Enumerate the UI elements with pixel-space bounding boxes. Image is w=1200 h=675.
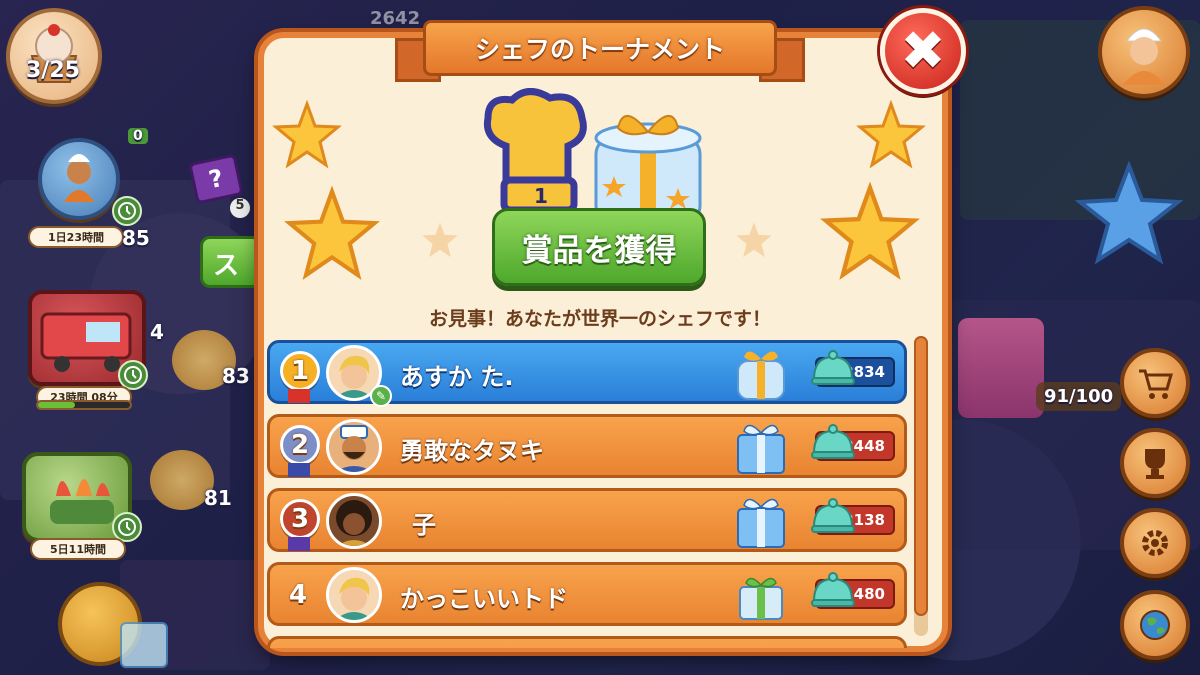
silver-medal-icon: 2 — [280, 425, 320, 465]
level-progress-button[interactable] — [6, 8, 102, 104]
cloche-icon — [811, 424, 855, 459]
faint-star-icon — [736, 222, 772, 258]
globe-icon — [1140, 610, 1170, 640]
partial-button-label: ス — [213, 251, 240, 281]
claim-prize-button[interactable]: 賞品を獲得 — [492, 208, 706, 286]
blue-gift-icon — [737, 498, 785, 548]
right-progress-text: 91/100 — [1036, 382, 1122, 411]
shop-button[interactable] — [1120, 348, 1190, 418]
player-name: 子 — [412, 511, 436, 539]
bronze-medal-icon: 3 — [280, 499, 320, 539]
cupcake-icon — [30, 24, 78, 83]
rank-number: 3 — [290, 504, 310, 534]
faint-star-icon — [422, 222, 458, 258]
medal-ribbon — [288, 463, 310, 477]
value-83: 83 — [222, 364, 250, 388]
player-name: 勇敢なタヌキ — [400, 437, 544, 465]
avatar — [326, 493, 382, 549]
close-button[interactable]: ✖ — [880, 8, 966, 94]
gift-pile-decor — [958, 318, 1044, 418]
leaderboard-list[interactable]: 1 ✎ あすか た. 2834 2 勇敢なタヌキ 2448 3 子 2138 4… — [265, 336, 910, 648]
level-progress-text: 3/25 — [26, 58, 80, 83]
star-icon — [856, 100, 926, 169]
value-85: 85 — [122, 226, 150, 250]
clock-icon — [118, 518, 136, 536]
gold-gift-icon — [737, 351, 785, 400]
helper-timer: 1日23時間 — [28, 226, 124, 248]
green-gift-icon — [739, 577, 783, 620]
cart-icon — [1139, 369, 1173, 399]
settings-button[interactable] — [1120, 508, 1190, 578]
small-gift-icon — [120, 622, 168, 668]
chef-icon — [64, 154, 94, 202]
big-star-decor — [1074, 160, 1184, 270]
rank-number: 4 — [288, 580, 308, 610]
truck-progress-bar — [36, 400, 132, 410]
profile-button[interactable] — [1098, 6, 1190, 98]
value-4: 4 — [150, 320, 164, 344]
modal-title: シェフのトーナメント — [423, 20, 777, 76]
player-name: かっこいいトド — [400, 585, 568, 613]
star-icon — [820, 182, 920, 280]
rank-number: 2 — [290, 430, 310, 460]
helper-chef-button[interactable] — [38, 138, 120, 220]
bearded-chef-avatar-icon — [335, 425, 373, 472]
notification-badge: 0 — [128, 128, 148, 144]
edit-name-icon[interactable]: ✎ — [370, 385, 392, 407]
blonde-chef-avatar-icon — [335, 577, 373, 620]
cloche-icon — [811, 350, 855, 385]
gold-medal-icon: 1 — [280, 351, 320, 391]
leaderboard-row[interactable]: 2 勇敢なタヌキ 2448 — [267, 414, 907, 478]
medal-ribbon — [288, 537, 310, 551]
gear-icon — [1142, 530, 1168, 556]
clock-icon — [124, 366, 142, 384]
leaderboard-row-me[interactable]: 1 ✎ あすか た. 2834 — [267, 340, 907, 407]
question-mark-icon: ? — [206, 163, 226, 195]
cloche-icon — [811, 572, 855, 607]
curly-hair-avatar-icon — [336, 500, 372, 546]
clock-icon — [118, 202, 136, 220]
world-button[interactable] — [1120, 590, 1190, 660]
star-icon — [284, 186, 380, 280]
leaderboard-row[interactable]: 3 子 2138 — [267, 488, 907, 552]
avatar — [326, 567, 382, 623]
partial-green-button[interactable]: ス — [200, 236, 262, 288]
blue-star-icon — [1074, 160, 1184, 265]
close-icon: ✖ — [900, 19, 946, 82]
truck-progress-fill — [38, 402, 75, 408]
trophy-icon — [1145, 449, 1165, 479]
speedup-badge[interactable] — [112, 196, 142, 226]
cloche-icon — [811, 498, 855, 533]
star-icon — [272, 100, 342, 169]
trophy-button[interactable] — [1120, 428, 1190, 498]
title-ribbon: シェフのトーナメント — [395, 10, 805, 84]
avatar — [326, 419, 382, 475]
mystery-badge: 5 — [230, 198, 250, 218]
rank-number: 1 — [290, 356, 310, 386]
trophy-rank-number: 1 — [534, 184, 548, 208]
congrats-message: お見事！あなたが世界一のシェフです！ — [428, 308, 771, 330]
scrollbar-thumb[interactable] — [914, 336, 928, 616]
leaderboard-row[interactable]: 4 かっこいいトド 1480 — [267, 562, 907, 626]
chef-avatar-icon — [1123, 28, 1165, 85]
leaderboard-scrollbar[interactable] — [914, 336, 928, 636]
flower-timer: 5日11時間 — [30, 538, 126, 560]
blue-gift-icon — [737, 424, 785, 474]
value-81: 81 — [204, 486, 232, 510]
medal-ribbon — [288, 389, 310, 403]
player-name: あすか た. — [400, 363, 514, 391]
leaderboard-row-partial[interactable] — [267, 636, 907, 648]
